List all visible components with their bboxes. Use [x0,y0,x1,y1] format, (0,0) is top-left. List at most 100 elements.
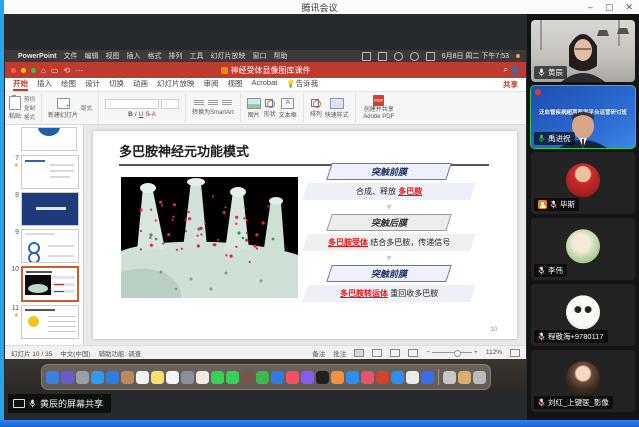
ppt-tab-审阅[interactable]: 审阅 [204,78,219,91]
numbers-dock-icon[interactable] [256,371,269,384]
participant-tile-3[interactable]: 毕斯 [531,152,635,214]
insert-shape-button[interactable]: 形状 [264,99,276,118]
slide-thumbnail-panel[interactable]: 7★ 8 9 [5,125,84,345]
quick-styles-button[interactable]: 快速样式 [325,98,349,119]
italic-button[interactable]: I [135,111,137,118]
ppt-tab-开始[interactable]: 开始 [13,78,28,91]
safari-dock-icon[interactable] [91,371,104,384]
mac-app-name[interactable]: PowerPoint [18,53,57,60]
minimize-button[interactable]: – [588,2,593,12]
calendar-dock-icon[interactable] [136,371,149,384]
insert-textbox-button[interactable]: A 文本框 [279,98,297,119]
language-indicator[interactable]: 中文(中国) [60,348,90,358]
slide-thumbnail-6-partial[interactable] [21,127,77,151]
format-painter-button[interactable]: 格式 [24,113,35,121]
app-store-dock-icon[interactable] [346,371,359,384]
ppt-tab-Acrobat[interactable]: Acrobat [252,78,278,91]
fit-slide-icon[interactable] [510,349,520,357]
screen-mirroring-icon[interactable] [362,52,371,61]
wallet-dock-icon[interactable] [421,371,434,384]
menubar-datetime[interactable]: 6月8日 周二 下午7:53 [442,51,509,61]
mac-menu-视图[interactable]: 视图 [106,51,120,61]
slide-thumbnail-7[interactable]: 7★ [9,155,79,189]
font-color-button[interactable]: A [152,111,156,118]
align-icon[interactable] [222,100,232,105]
share-person-icon[interactable]: 👤 [510,66,520,75]
underline-button[interactable]: U [139,111,144,118]
accessibility-indicator[interactable]: 辅助功能: 调查 [99,348,142,358]
document-stack-dock-icon[interactable] [443,371,456,384]
keynote-dock-icon[interactable] [271,371,284,384]
reading-view-icon[interactable] [390,349,400,357]
ppt-tab-切换[interactable]: 切换 [109,78,124,91]
notes-button[interactable]: 备注 [312,348,325,358]
layout-button[interactable]: 版式 [81,104,92,112]
numbered-list-icon[interactable] [208,100,218,105]
ppt-tab-设计[interactable]: 设计 [85,78,100,91]
chrome-dock-icon[interactable] [406,371,419,384]
podcasts-dock-icon[interactable] [301,371,314,384]
photos-dock-icon[interactable] [196,371,209,384]
music-dock-icon[interactable] [286,371,299,384]
input-method-icon[interactable] [378,52,387,61]
maximize-button[interactable]: ▢ [605,2,614,13]
adobe-pdf-button[interactable]: PDF 创建并共享 Adobe PDF [362,95,396,121]
books-dock-icon[interactable] [331,371,344,384]
search-icon[interactable] [410,52,419,61]
ppt-tab-动画[interactable]: 动画 [133,78,148,91]
trash-dock-icon[interactable] [473,371,486,384]
ppt-titlebar[interactable]: ⌂ ▭ ⟲ ⋯ 神经受体显像图库课件 ⌕ 👤 [5,62,526,78]
meeting-titlebar[interactable]: 腾讯会议 – ▢ ✕ [0,0,639,14]
mac-menu-插入[interactable]: 插入 [127,51,141,61]
word-dock-icon[interactable] [376,371,389,384]
smartart-button[interactable]: 转换为SmartArt [192,107,234,116]
zoom-percentage[interactable]: 112% [486,349,502,356]
mac-menu-编辑[interactable]: 编辑 [85,51,99,61]
insert-picture-button[interactable]: 图片 [247,98,261,119]
participant-tile-6[interactable]: 刘红_上键医_影像 [531,350,635,412]
contacts-dock-icon[interactable] [121,371,134,384]
normal-view-icon[interactable] [354,349,364,357]
zoom-slider[interactable]: −+ [426,349,478,356]
slide-thumbnail-10[interactable]: 10 [9,266,79,302]
finder-dock-icon[interactable] [46,371,59,384]
ppt-tab-告诉我[interactable]: 💡告诉我 [286,78,318,91]
wifi-icon[interactable] [394,52,403,61]
participant-tile-1[interactable]: 黄辰 [531,20,635,82]
tencent-meeting-dock-icon[interactable] [391,371,404,384]
comments-button[interactable]: 批注 [333,348,346,358]
ppt-tab-幻灯片放映[interactable]: 幻灯片放映 [157,78,195,91]
siri-dock-icon[interactable] [61,371,74,384]
font-name-input[interactable] [105,99,159,109]
facetime-dock-icon[interactable] [226,371,239,384]
copy-button[interactable]: 复制 [24,104,35,112]
slide-sorter-view-icon[interactable] [372,349,382,357]
new-slide-button[interactable]: 新建幻灯片 [48,98,78,119]
mac-menu-文件[interactable]: 文件 [64,51,78,61]
system-preferences-dock-icon[interactable] [181,371,194,384]
slideshow-view-icon[interactable] [408,349,418,357]
game-center-dock-icon[interactable] [361,371,374,384]
bullet-list-icon[interactable] [194,100,204,105]
search-magnifier-icon[interactable]: ⌕ [504,65,508,75]
current-slide[interactable]: 多巴胺神经元功能模式 [93,131,517,339]
control-center-icon[interactable] [426,52,435,61]
mac-menu-窗口[interactable]: 窗口 [253,51,267,61]
slide-thumbnail-8[interactable]: 8 [9,192,79,226]
slide-thumbnail-9[interactable]: 9 [9,229,79,263]
ppt-tab-插入[interactable]: 插入 [37,78,52,91]
mac-menu-工具[interactable]: 工具 [190,51,204,61]
participant-tile-4[interactable]: 李伟 [531,218,635,280]
ppt-tab-视图[interactable]: 视图 [228,78,243,91]
cut-button[interactable]: 剪切 [24,95,35,103]
mac-dock[interactable] [41,364,491,390]
participant-tile-5[interactable]: 程敬海+9780117 [531,284,635,346]
mac-menu-帮助[interactable]: 帮助 [274,51,288,61]
mac-menu-格式[interactable]: 格式 [148,51,162,61]
arrange-button[interactable]: 排列 [310,99,322,118]
preview-window-dock-icon[interactable] [458,371,471,384]
launchpad-dock-icon[interactable] [76,371,89,384]
notes-dock-icon[interactable] [151,371,164,384]
slide-editing-area[interactable]: 多巴胺神经元功能模式 [84,125,526,345]
mail-dock-icon[interactable] [106,371,119,384]
